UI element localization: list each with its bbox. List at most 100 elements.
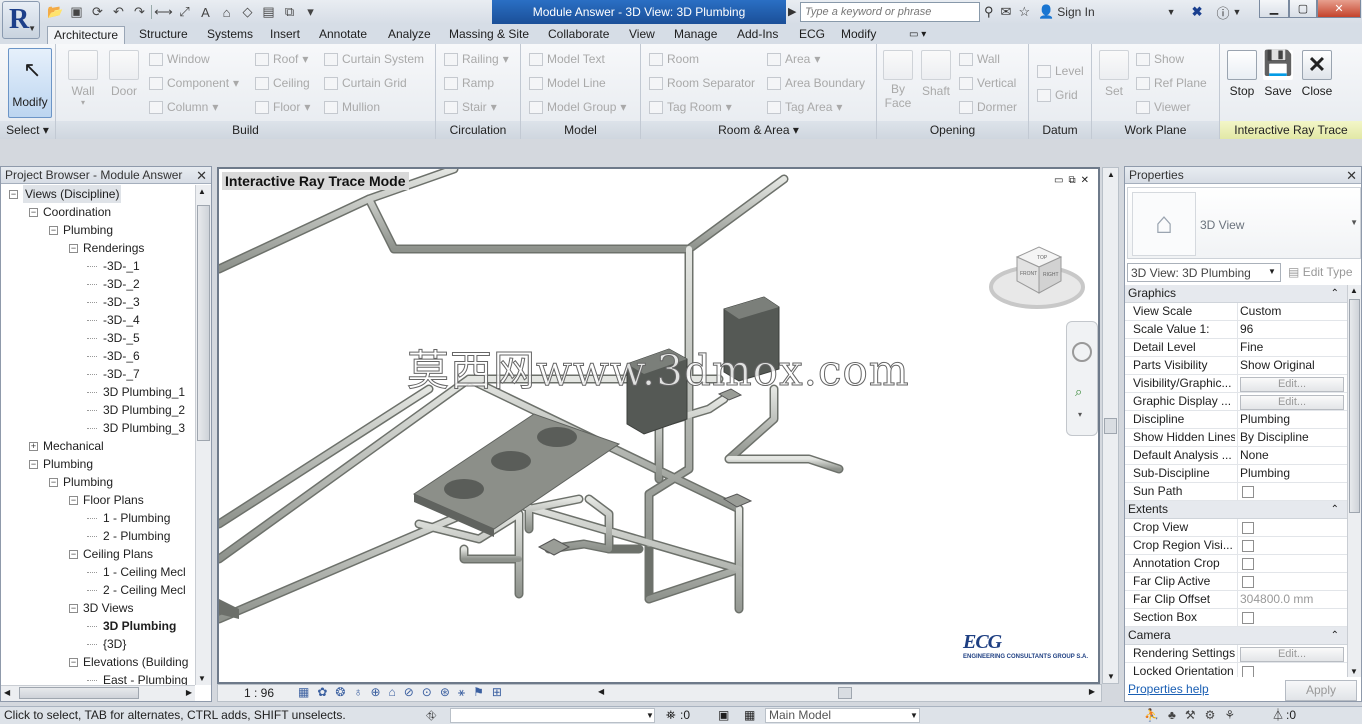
mullion-button[interactable]: Mullion xyxy=(324,100,380,114)
tab-ecg[interactable]: ECG xyxy=(793,26,831,44)
tree-node[interactable]: 3D Plumbing_3 xyxy=(103,419,185,437)
property-value[interactable]: Fine xyxy=(1237,339,1345,356)
tab-insert[interactable]: Insert xyxy=(264,26,306,44)
grid-button[interactable]: Grid xyxy=(1037,88,1078,102)
set-button[interactable]: Set xyxy=(1098,50,1130,98)
minimize-view-icon[interactable]: ▭ xyxy=(1054,175,1068,186)
tree-node[interactable]: Coordination xyxy=(43,203,111,221)
properties-help-link[interactable]: Properties help xyxy=(1128,682,1209,696)
3d-view-icon[interactable]: ⌂ xyxy=(217,4,236,21)
tree-node[interactable]: Views (Discipline) xyxy=(23,185,122,203)
tree-node[interactable]: -3D-_7 xyxy=(103,365,140,383)
tree-node[interactable]: -3D-_1 xyxy=(103,257,140,275)
collapse-toggle-icon[interactable]: − xyxy=(49,226,58,235)
stop-button[interactable]: Stop xyxy=(1224,50,1260,98)
scroll-down-icon[interactable]: ▼ xyxy=(198,674,206,683)
dormer-button[interactable]: Dormer xyxy=(959,100,1017,114)
edit-button[interactable]: Edit... xyxy=(1240,395,1344,410)
section-icon[interactable]: ◇ xyxy=(238,4,257,21)
tab-systems[interactable]: Systems xyxy=(201,26,259,44)
tab-annotate[interactable]: Annotate xyxy=(313,26,373,44)
sign-in-link[interactable]: Sign In xyxy=(1057,5,1094,19)
tree-node[interactable]: Plumbing xyxy=(63,473,113,491)
open-icon[interactable]: 📂 xyxy=(46,4,65,21)
save-button[interactable]: 💾 Save xyxy=(1260,50,1296,98)
floor-button[interactable]: Floor ▾ xyxy=(255,100,310,114)
component-button[interactable]: Component ▾ xyxy=(149,76,239,90)
sync-icon[interactable]: ⟳ xyxy=(88,4,107,21)
close-button[interactable]: ✕ Close xyxy=(1298,50,1336,98)
viewcube[interactable]: TOP FRONT RIGHT xyxy=(987,229,1087,321)
viewer-button[interactable]: Viewer xyxy=(1136,100,1190,114)
property-group-header[interactable]: Graphics ⌃ xyxy=(1125,285,1347,303)
save-icon[interactable]: ▣ xyxy=(67,4,86,21)
property-checkbox[interactable] xyxy=(1242,611,1254,624)
plumbing-model-canvas[interactable] xyxy=(219,169,1098,682)
scroll-left-icon[interactable]: ◀ xyxy=(598,687,604,696)
edit-type-button[interactable]: ▤ Edit Type xyxy=(1285,263,1361,282)
restore-view-icon[interactable]: ⧉ xyxy=(1068,175,1080,186)
collapse-toggle-icon[interactable]: − xyxy=(29,460,38,469)
view-hscroll-thumb[interactable] xyxy=(838,687,852,699)
design-options-icon[interactable]: ▣ xyxy=(718,707,729,724)
tree-node[interactable]: Floor Plans xyxy=(83,491,144,509)
scroll-right-icon[interactable]: ▶ xyxy=(1089,687,1095,696)
tree-node[interactable]: -3D-_2 xyxy=(103,275,140,293)
tab-massing-site[interactable]: Massing & Site xyxy=(443,26,535,44)
filter-icon[interactable]: ⏃ xyxy=(1272,707,1284,724)
edit-button[interactable]: Edit... xyxy=(1240,647,1344,662)
collapse-toggle-icon[interactable]: − xyxy=(69,658,78,667)
collapse-group-icon[interactable]: ⌃ xyxy=(1331,501,1339,518)
property-value[interactable]: By Discipline xyxy=(1237,429,1345,446)
tab-analyze[interactable]: Analyze xyxy=(382,26,437,44)
property-group-header[interactable]: Camera ⌃ xyxy=(1125,627,1347,645)
tab-manage[interactable]: Manage xyxy=(668,26,723,44)
close-view-icon[interactable]: ✕ xyxy=(1081,175,1094,186)
view-window-controls[interactable]: ▭⧉✕ xyxy=(1054,175,1094,186)
collapse-toggle-icon[interactable]: − xyxy=(49,478,58,487)
property-checkbox[interactable] xyxy=(1242,521,1254,534)
collapse-toggle-icon[interactable]: − xyxy=(69,604,78,613)
window-button[interactable]: Window xyxy=(149,52,210,66)
type-selector-preview[interactable]: ⌂ 3D View ▼ xyxy=(1127,187,1361,259)
by-face-button[interactable]: By Face xyxy=(883,50,913,110)
star-icon[interactable]: ☆ xyxy=(1018,4,1030,20)
collapse-group-icon[interactable]: ⌃ xyxy=(1331,627,1339,644)
help-icon[interactable]: ⓘ xyxy=(1216,3,1229,22)
property-checkbox[interactable] xyxy=(1242,575,1254,588)
tree-node[interactable]: -3D-_6 xyxy=(103,347,140,365)
horizontal-scrollbar[interactable]: ◀ ▶ xyxy=(1,685,195,701)
collapse-toggle-icon[interactable]: − xyxy=(9,190,18,199)
tab-architecture[interactable]: Architecture xyxy=(47,26,126,44)
tab-collaborate[interactable]: Collaborate xyxy=(542,26,615,44)
stair-button[interactable]: Stair ▾ xyxy=(444,100,497,114)
collapse-toggle-icon[interactable]: − xyxy=(69,496,78,505)
property-checkbox[interactable] xyxy=(1242,485,1254,498)
model-group-button[interactable]: Model Group ▾ xyxy=(529,100,626,114)
minimize-button[interactable]: ▁ xyxy=(1259,0,1289,18)
view-scroll-thumb[interactable] xyxy=(1104,418,1117,434)
active-workset-dropdown[interactable] xyxy=(450,708,655,723)
collapse-toggle-icon[interactable]: − xyxy=(29,208,38,217)
room-button[interactable]: Room xyxy=(649,52,699,66)
3d-viewport[interactable]: Interactive Ray Trace Mode 莫西网www.3dmox.… xyxy=(217,167,1100,684)
tab-structure[interactable]: Structure xyxy=(133,26,194,44)
undo-icon[interactable]: ↶ xyxy=(109,4,128,21)
vertical-scrollbar[interactable]: ▲ ▼ xyxy=(195,185,211,685)
ceiling-button[interactable]: Ceiling xyxy=(255,76,310,90)
tree-node[interactable]: Ceiling Plans xyxy=(83,545,153,563)
curtain-grid-button[interactable]: Curtain Grid xyxy=(324,76,407,90)
tree-node[interactable]: 3D Views xyxy=(83,599,133,617)
property-value[interactable]: 96 xyxy=(1237,321,1345,338)
aligned-dimension-icon[interactable]: ⤢ xyxy=(175,4,194,21)
property-checkbox[interactable] xyxy=(1242,539,1254,552)
redo-icon[interactable]: ↷ xyxy=(130,4,149,21)
model-line-button[interactable]: Model Line xyxy=(529,76,606,90)
vertical-button[interactable]: Vertical xyxy=(959,76,1016,90)
tree-node[interactable]: -3D-_5 xyxy=(103,329,140,347)
edit-button[interactable]: Edit... xyxy=(1240,377,1344,392)
tree-node[interactable]: 3D Plumbing xyxy=(103,617,176,635)
chevron-down-icon[interactable]: ▼ xyxy=(646,707,654,724)
close-icon[interactable]: ✕ xyxy=(1346,167,1357,184)
ramp-button[interactable]: Ramp xyxy=(444,76,494,90)
